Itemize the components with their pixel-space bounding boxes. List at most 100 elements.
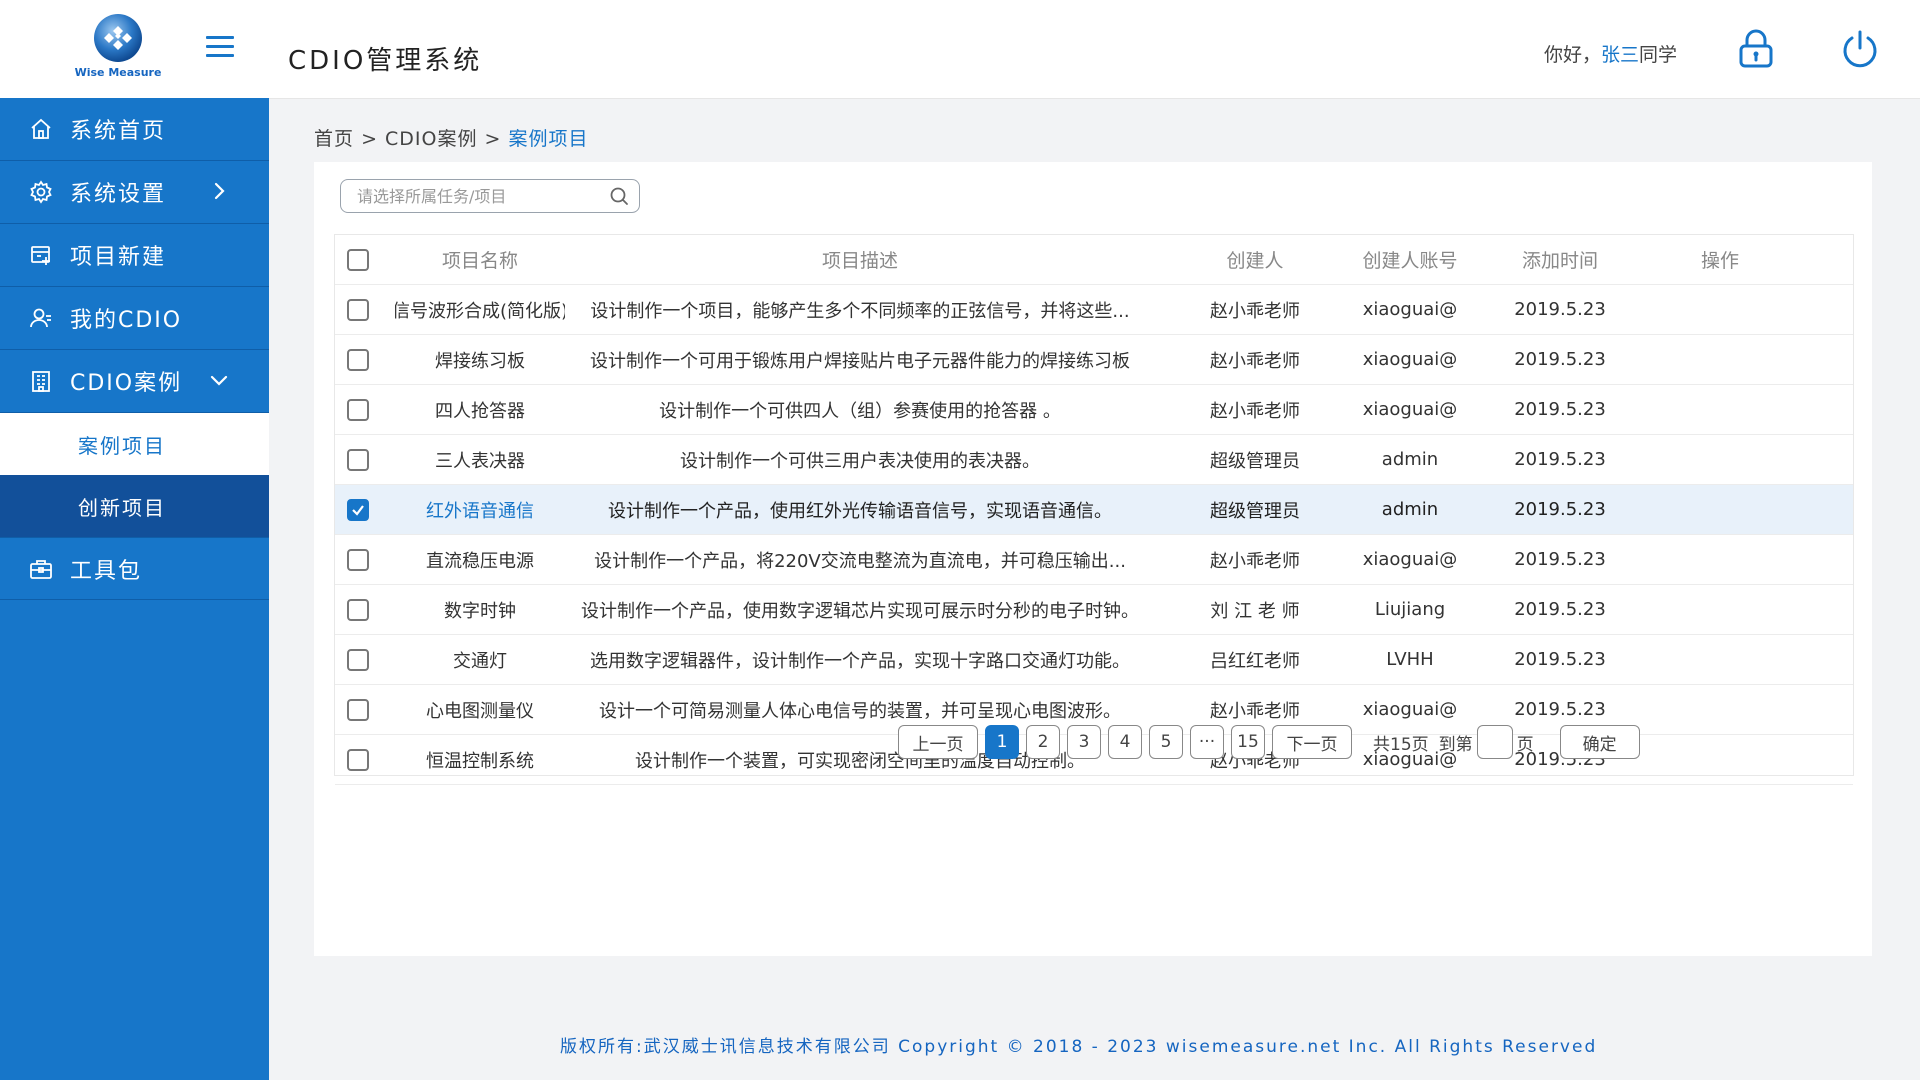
cell-creator-account: xiaoguai@	[1362, 399, 1458, 420]
page-number-button[interactable]: 1	[985, 725, 1019, 759]
row-checkbox[interactable]	[347, 598, 369, 621]
cell-actions	[1675, 735, 1765, 784]
row-checkbox-cell	[347, 585, 373, 634]
row-checkbox[interactable]	[347, 398, 369, 421]
row-checkbox-cell	[347, 335, 373, 384]
row-checkbox-cell	[347, 685, 373, 734]
sidebar-item-toolbox[interactable]: 工具包	[0, 537, 269, 600]
row-checkbox[interactable]	[347, 498, 369, 521]
cell-project-name[interactable]: 焊接练习板	[395, 335, 565, 384]
breadcrumb: 首页 > CDIO案例 > 案例项目	[314, 124, 589, 151]
sidebar-item-cdio-cases[interactable]: CDIO案例	[0, 350, 269, 413]
cell-project-name[interactable]: 四人抢答器	[395, 385, 565, 434]
cell-project-desc: 选用数字逻辑器件，设计制作一个产品，实现十字路口交通灯功能。	[590, 650, 1130, 672]
goto-suffix-label: 页	[1516, 734, 1534, 755]
page-number-button[interactable]: 4	[1108, 725, 1142, 759]
cell-project-name[interactable]: 交通灯	[395, 635, 565, 684]
cell-creator: 赵小乖老师	[1210, 300, 1300, 322]
new-project-icon	[28, 242, 54, 268]
sidebar-item-label: 项目新建	[70, 245, 167, 270]
breadcrumb-home[interactable]: 首页	[314, 128, 354, 150]
goto-page-input[interactable]	[1477, 726, 1516, 760]
table-row[interactable]: 三人表决器 设计制作一个可供三用户表决使用的表决器。 超级管理员 admin 2019.…	[335, 435, 1853, 485]
sidebar-item-label: 我的CDIO	[70, 308, 183, 333]
column-header-account: 创建人账号	[1362, 250, 1458, 272]
sidebar-item-label: 工具包	[70, 558, 143, 584]
sidebar-item-my-cdio[interactable]: 我的CDIO	[0, 287, 269, 350]
table-row[interactable]: 红外语音通信 设计制作一个产品，使用红外光传输语音信号，实现语音通信。 超级管理员 a…	[335, 485, 1853, 535]
prev-page-button[interactable]: 上一页	[898, 725, 978, 759]
row-checkbox[interactable]	[347, 648, 369, 671]
cell-add-time: 2019.5.23	[1514, 399, 1606, 420]
row-checkbox-cell	[347, 635, 373, 684]
page-number-button[interactable]: 2	[1026, 725, 1060, 759]
total-pages-label: 共15页	[1373, 734, 1429, 755]
cell-actions	[1675, 385, 1765, 434]
power-icon[interactable]	[1840, 28, 1880, 70]
search-icon[interactable]	[609, 186, 629, 206]
page-number-button[interactable]: 5	[1149, 725, 1183, 759]
row-checkbox[interactable]	[347, 298, 369, 321]
cell-project-name[interactable]: 心电图测量仪	[395, 685, 565, 734]
cell-add-time: 2019.5.23	[1514, 649, 1606, 670]
cell-project-name[interactable]: 数字时钟	[395, 585, 565, 634]
next-page-button[interactable]: 下一页	[1272, 725, 1352, 759]
cell-creator: 超级管理员	[1210, 450, 1300, 472]
cell-project-name[interactable]: 三人表决器	[395, 435, 565, 484]
menu-toggle-icon[interactable]	[206, 36, 234, 58]
lock-icon[interactable]	[1736, 28, 1776, 70]
table-row[interactable]: 四人抢答器 设计制作一个可供四人（组）参赛使用的抢答器 。 赵小乖老师 xiaogua…	[335, 385, 1853, 435]
row-checkbox[interactable]	[347, 348, 369, 371]
table-row[interactable]: 焊接练习板 设计制作一个可用于锻炼用户焊接贴片电子元器件能力的焊接练习板 赵小乖老师…	[335, 335, 1853, 385]
breadcrumb-current: 案例项目	[508, 128, 589, 150]
cell-project-name[interactable]: 恒温控制系统	[395, 735, 565, 784]
column-header-time: 添加时间	[1521, 250, 1598, 272]
table-header-row: 项目名称 项目描述 创建人 创建人账号 添加时间 操作	[335, 235, 1853, 285]
user-greeting: 你好，张三同学	[1544, 40, 1677, 67]
cell-project-name[interactable]: 直流稳压电源	[395, 535, 565, 584]
select-all-checkbox[interactable]	[347, 248, 369, 271]
pagination: 上一页 1 2 3 4 5 ··· 15 下一页 共15页 到第 页 确定	[898, 724, 1647, 760]
sidebar-subitem-innovation-projects[interactable]: 创新项目	[0, 475, 269, 537]
page-number-button[interactable]: 15	[1231, 725, 1265, 759]
sidebar-item-settings[interactable]: 系统设置	[0, 161, 269, 224]
cell-add-time: 2019.5.23	[1514, 349, 1606, 370]
cell-creator-account: xiaoguai@	[1362, 549, 1458, 570]
row-checkbox[interactable]	[347, 748, 369, 771]
table-body: 信号波形合成(简化版) 设计制作一个项目，能够产生多个不同频率的正弦信号，并将这些…	[335, 285, 1853, 785]
cell-creator: 赵小乖老师	[1210, 550, 1300, 572]
sidebar-item-home[interactable]: 系统首页	[0, 98, 269, 161]
select-all-cell	[347, 235, 373, 284]
column-header-creator: 创建人	[1226, 250, 1284, 272]
cell-add-time: 2019.5.23	[1514, 599, 1606, 620]
row-checkbox-cell	[347, 435, 373, 484]
goto-page-box	[1476, 725, 1516, 760]
search-box	[340, 179, 640, 213]
cell-actions	[1675, 335, 1765, 384]
sidebar-item-new-project[interactable]: 项目新建	[0, 224, 269, 287]
cell-project-name[interactable]: 红外语音通信	[395, 485, 565, 534]
sidebar-subitem-case-projects[interactable]: 案例项目	[0, 413, 269, 475]
table-row[interactable]: 交通灯 选用数字逻辑器件，设计制作一个产品，实现十字路口交通灯功能。 吕红红老师 LV…	[335, 635, 1853, 685]
app-title: CDIO管理系统	[288, 46, 483, 76]
table-row[interactable]: 直流稳压电源 设计制作一个产品，将220V交流电整流为直流电，并可稳压输出... 赵…	[335, 535, 1853, 585]
user-name-link[interactable]: 张三	[1601, 44, 1639, 66]
chevron-down-icon	[207, 368, 231, 392]
cell-project-name[interactable]: 信号波形合成(简化版)	[395, 285, 565, 334]
row-checkbox[interactable]	[347, 548, 369, 571]
cell-creator-account: LVHH	[1386, 649, 1434, 670]
sidebar-item-label: CDIO案例	[70, 371, 183, 396]
gear-icon	[28, 179, 54, 205]
logo[interactable]: Wise Measure	[68, 12, 168, 84]
table-row[interactable]: 信号波形合成(简化版) 设计制作一个项目，能够产生多个不同频率的正弦信号，并将这些…	[335, 285, 1853, 335]
confirm-goto-button[interactable]: 确定	[1559, 725, 1640, 759]
search-input[interactable]	[355, 186, 599, 207]
copyright-footer: 版权所有:武汉威士讯信息技术有限公司 Copyright © 2018 - 20…	[560, 1037, 1598, 1057]
row-checkbox[interactable]	[347, 448, 369, 471]
cell-actions	[1675, 435, 1765, 484]
cell-actions	[1675, 485, 1765, 534]
row-checkbox[interactable]	[347, 698, 369, 721]
table-row[interactable]: 数字时钟 设计制作一个产品，使用数字逻辑芯片实现可展示时分秒的电子时钟。 刘 江 老…	[335, 585, 1853, 635]
breadcrumb-cdio-cases[interactable]: CDIO案例	[385, 128, 477, 150]
page-number-button[interactable]: 3	[1067, 725, 1101, 759]
